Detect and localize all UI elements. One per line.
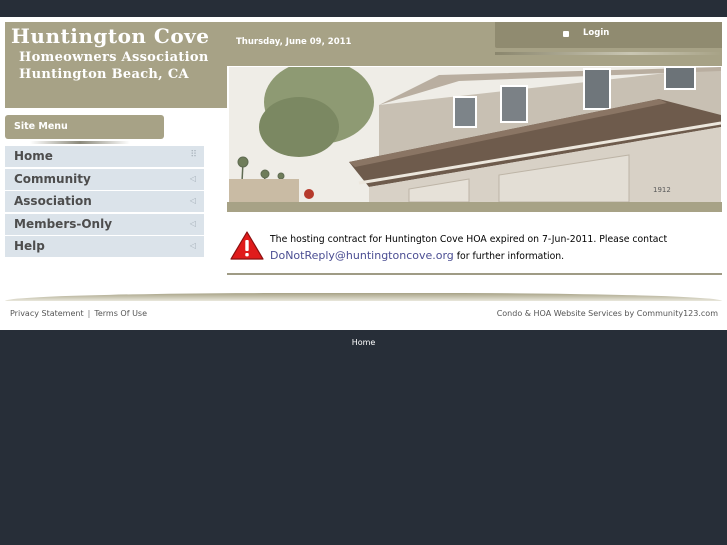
page-container: Huntington Cove Homeowners Association H… (0, 17, 727, 330)
notice-text-line2: DoNotReply@huntingtoncove.org for furthe… (270, 249, 564, 262)
arrow-left-icon: ◁ (189, 218, 196, 228)
warning-icon (230, 231, 264, 260)
arrow-left-icon: ◁ (189, 241, 196, 250)
login-label: Login (583, 28, 610, 38)
menu-item-members-only[interactable]: Members-Only ◁ (5, 213, 204, 235)
arrow-left-icon: ◁ (189, 196, 196, 205)
notice-suffix: for further information. (453, 251, 565, 262)
site-menu-heading: Site Menu (5, 115, 164, 139)
notice-text: The hosting contract for Huntington Cove… (270, 234, 668, 245)
privacy-statement-link[interactable]: Privacy Statement (10, 309, 84, 318)
brand-title: Huntington Cove (11, 24, 210, 48)
header-bar: Thursday, June 09, 2011 Login (227, 22, 722, 66)
login-button[interactable]: Login (495, 22, 722, 48)
menu-item-label: Help (14, 239, 45, 253)
house-number: 1912 (653, 186, 671, 194)
footer-separator: | (87, 309, 91, 318)
menu-item-label: Home (14, 149, 53, 163)
email-link[interactable]: DoNotReply@huntingtoncove.org (270, 249, 454, 262)
menu-item-help[interactable]: Help ◁ (5, 236, 204, 257)
menu-item-home[interactable]: Home ⠿ (5, 146, 204, 167)
menu-item-label: Members-Only (14, 216, 113, 231)
bullet-icon (563, 31, 569, 37)
content-divider (227, 273, 722, 275)
menu-item-label: Association (14, 194, 92, 208)
menu-item-label: Community (14, 171, 91, 186)
brand-city: Huntington Beach, CA (19, 67, 189, 82)
bottom-nav: Home (0, 338, 727, 347)
menu-shadow (30, 141, 130, 144)
footer-credit: Condo & HOA Website Services by Communit… (497, 309, 718, 318)
arrow-left-icon: ◁ (189, 173, 196, 183)
brand-subtitle: Homeowners Association (19, 50, 209, 65)
hosting-notice: The hosting contract for Huntington Cove… (229, 230, 722, 275)
site-menu: Home ⠿ Community ◁ Association ◁ Members… (5, 146, 204, 259)
site-logo[interactable]: Huntington Cove Homeowners Association H… (5, 22, 227, 108)
footer-bar (5, 293, 722, 301)
terms-of-use-link[interactable]: Terms Of Use (94, 309, 147, 318)
house-photo-illustration: 1912 (229, 67, 721, 202)
photo-band (227, 202, 722, 212)
header-photo: 1912 (229, 67, 721, 202)
footer-links: Privacy Statement | Terms Of Use (10, 309, 147, 318)
current-date: Thursday, June 09, 2011 (236, 37, 352, 47)
community123-link[interactable]: Condo & HOA Website Services by Communit… (497, 309, 718, 318)
site-menu-label: Site Menu (14, 121, 68, 132)
menu-item-community[interactable]: Community ◁ (5, 168, 204, 190)
menu-item-association[interactable]: Association ◁ (5, 191, 204, 212)
login-shadow (495, 52, 722, 55)
bottom-home-link[interactable]: Home (352, 338, 376, 347)
grip-icon: ⠿ (190, 150, 197, 160)
